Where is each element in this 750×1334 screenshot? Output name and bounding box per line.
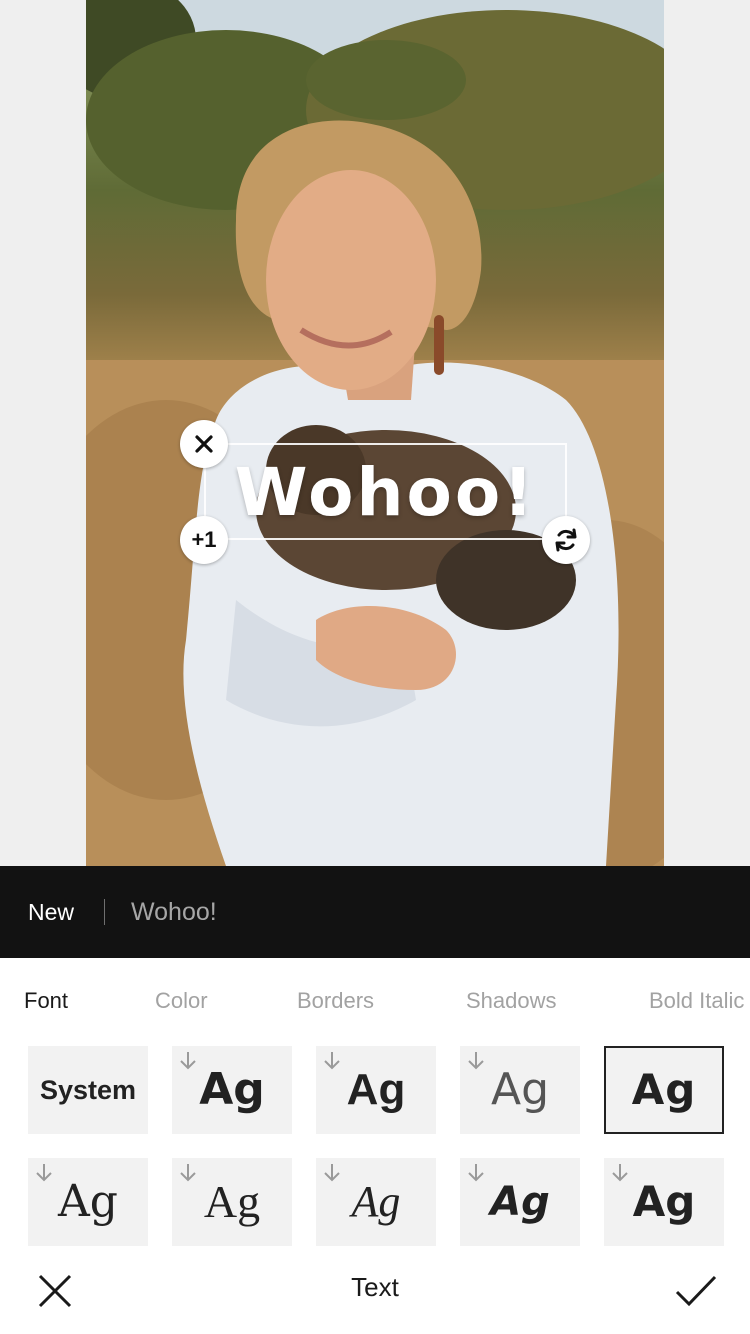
- duplicate-sticker-button[interactable]: +1: [180, 516, 228, 564]
- font-option-system[interactable]: System: [28, 1046, 148, 1134]
- layer-divider: [104, 899, 105, 925]
- font-sample: Ag: [631, 1065, 697, 1114]
- font-option-3[interactable]: Ag: [316, 1046, 436, 1134]
- tab-font[interactable]: Font: [24, 988, 68, 1014]
- font-option-2[interactable]: Ag: [172, 1046, 292, 1134]
- download-icon: [324, 1164, 340, 1182]
- photo[interactable]: [86, 0, 664, 866]
- tab-shadows[interactable]: Shadows: [466, 988, 557, 1014]
- layer-bar: New Wohoo!: [0, 866, 750, 958]
- editor-canvas: Wohoo! +1: [0, 0, 750, 866]
- checkmark-icon: [675, 1275, 717, 1307]
- text-sticker[interactable]: Wohoo!: [204, 446, 567, 538]
- font-option-10[interactable]: Ag: [604, 1158, 724, 1246]
- font-option-7[interactable]: Ag: [172, 1158, 292, 1246]
- tab-color[interactable]: Color: [155, 988, 208, 1014]
- style-tabs: Font Color Borders Shadows Bold Italic: [0, 958, 750, 1044]
- toolbar-title: Text: [351, 1272, 399, 1302]
- font-sample: Ag: [199, 1064, 265, 1115]
- font-sample: Ag: [490, 1179, 550, 1225]
- font-option-8[interactable]: Ag: [316, 1158, 436, 1246]
- download-icon: [468, 1164, 484, 1182]
- font-option-9[interactable]: Ag: [460, 1158, 580, 1246]
- font-sample: Ag: [203, 1176, 261, 1227]
- download-icon: [324, 1052, 340, 1070]
- duplicate-label: +1: [191, 527, 217, 552]
- delete-sticker-button[interactable]: [180, 420, 228, 468]
- new-layer-button[interactable]: New: [28, 866, 74, 958]
- download-icon: [36, 1164, 52, 1182]
- download-icon: [180, 1052, 196, 1070]
- rotate-sticker-button[interactable]: [542, 516, 590, 564]
- font-sample: Ag: [58, 1176, 118, 1227]
- font-option-6[interactable]: Ag: [28, 1158, 148, 1246]
- tab-bold-italic[interactable]: Bold Italic: [649, 988, 744, 1014]
- font-sample: Ag: [632, 1177, 696, 1226]
- font-option-4[interactable]: Ag: [460, 1046, 580, 1134]
- rotate-icon: [555, 528, 577, 552]
- font-sample: Ag: [490, 1064, 550, 1115]
- current-layer-label[interactable]: Wohoo!: [131, 866, 217, 958]
- font-sample: Ag: [351, 1177, 401, 1226]
- photo-illustration: [86, 0, 664, 866]
- download-icon: [180, 1164, 196, 1182]
- download-icon: [468, 1052, 484, 1070]
- download-icon: [612, 1164, 628, 1182]
- font-sample: Ag: [346, 1065, 406, 1114]
- tab-borders[interactable]: Borders: [297, 988, 374, 1014]
- font-option-5-selected[interactable]: Ag: [604, 1046, 724, 1134]
- font-sample: System: [39, 1074, 137, 1105]
- confirm-button[interactable]: [668, 1266, 724, 1316]
- close-icon: [195, 435, 213, 453]
